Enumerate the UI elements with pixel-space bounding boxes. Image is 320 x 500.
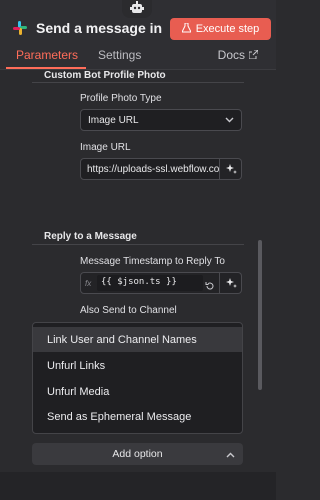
option-send-ephemeral[interactable]: Send as Ephemeral Message: [33, 404, 242, 429]
docs-link[interactable]: Docs: [217, 48, 259, 62]
execute-step-label: Execute step: [195, 23, 260, 35]
chevron-down-icon: [225, 115, 234, 126]
option-unfurl-media[interactable]: Unfurl Media: [33, 379, 242, 404]
execute-step-button[interactable]: Execute step: [170, 18, 271, 40]
image-url-input[interactable]: https://uploads-ssl.webflow.com: [80, 158, 220, 180]
section-heading-reply: Reply to a Message: [44, 231, 137, 242]
docs-label: Docs: [217, 48, 245, 62]
profile-photo-type-value: Image URL: [88, 114, 139, 126]
reset-icon[interactable]: [205, 278, 215, 290]
fx-indicator: fx: [85, 279, 92, 288]
scrollbar[interactable]: [258, 240, 262, 390]
tab-settings[interactable]: Settings: [98, 48, 141, 62]
node-title: Send a message in ...: [36, 20, 162, 36]
slack-icon: [12, 20, 28, 36]
option-link-user-channel-names[interactable]: Link User and Channel Names: [33, 327, 242, 352]
parameters-content: Custom Bot Profile Photo Profile Photo T…: [0, 70, 276, 500]
add-option-label: Add option: [112, 448, 163, 460]
option-unfurl-links[interactable]: Unfurl Links: [33, 353, 242, 378]
section-heading-profile-photo: Custom Bot Profile Photo: [44, 70, 166, 81]
active-tab-indicator: [6, 67, 86, 69]
image-url-label: Image URL: [80, 142, 131, 153]
timestamp-label: Message Timestamp to Reply To: [80, 256, 225, 267]
tab-bar: Parameters Settings Docs: [0, 48, 276, 70]
profile-photo-type-select[interactable]: Image URL: [80, 109, 242, 131]
node-editor-panel: Send a message in ... Execute step Param…: [0, 0, 276, 500]
sparkle-icon[interactable]: [220, 272, 242, 294]
chevron-up-icon: [226, 449, 235, 461]
sparkle-icon[interactable]: [220, 158, 242, 180]
also-send-to-channel-label: Also Send to Channel: [80, 305, 177, 316]
flask-icon: [180, 22, 192, 36]
profile-photo-type-label: Profile Photo Type: [80, 93, 162, 104]
options-dropdown: Link User and Channel Names Unfurl Links…: [32, 322, 243, 434]
timestamp-expression-input[interactable]: fx {{ $json.ts }}: [80, 272, 220, 294]
timestamp-expression-value: {{ $json.ts }}: [97, 275, 203, 291]
section-divider: [32, 82, 244, 83]
bottom-bar: [0, 472, 276, 500]
panel-header: Send a message in ... Execute step Param…: [0, 0, 276, 70]
tab-parameters[interactable]: Parameters: [16, 48, 78, 62]
add-option-button[interactable]: Add option: [32, 443, 243, 465]
section-divider: [32, 244, 244, 245]
robot-icon: [122, 0, 152, 18]
external-link-icon: [248, 48, 259, 62]
